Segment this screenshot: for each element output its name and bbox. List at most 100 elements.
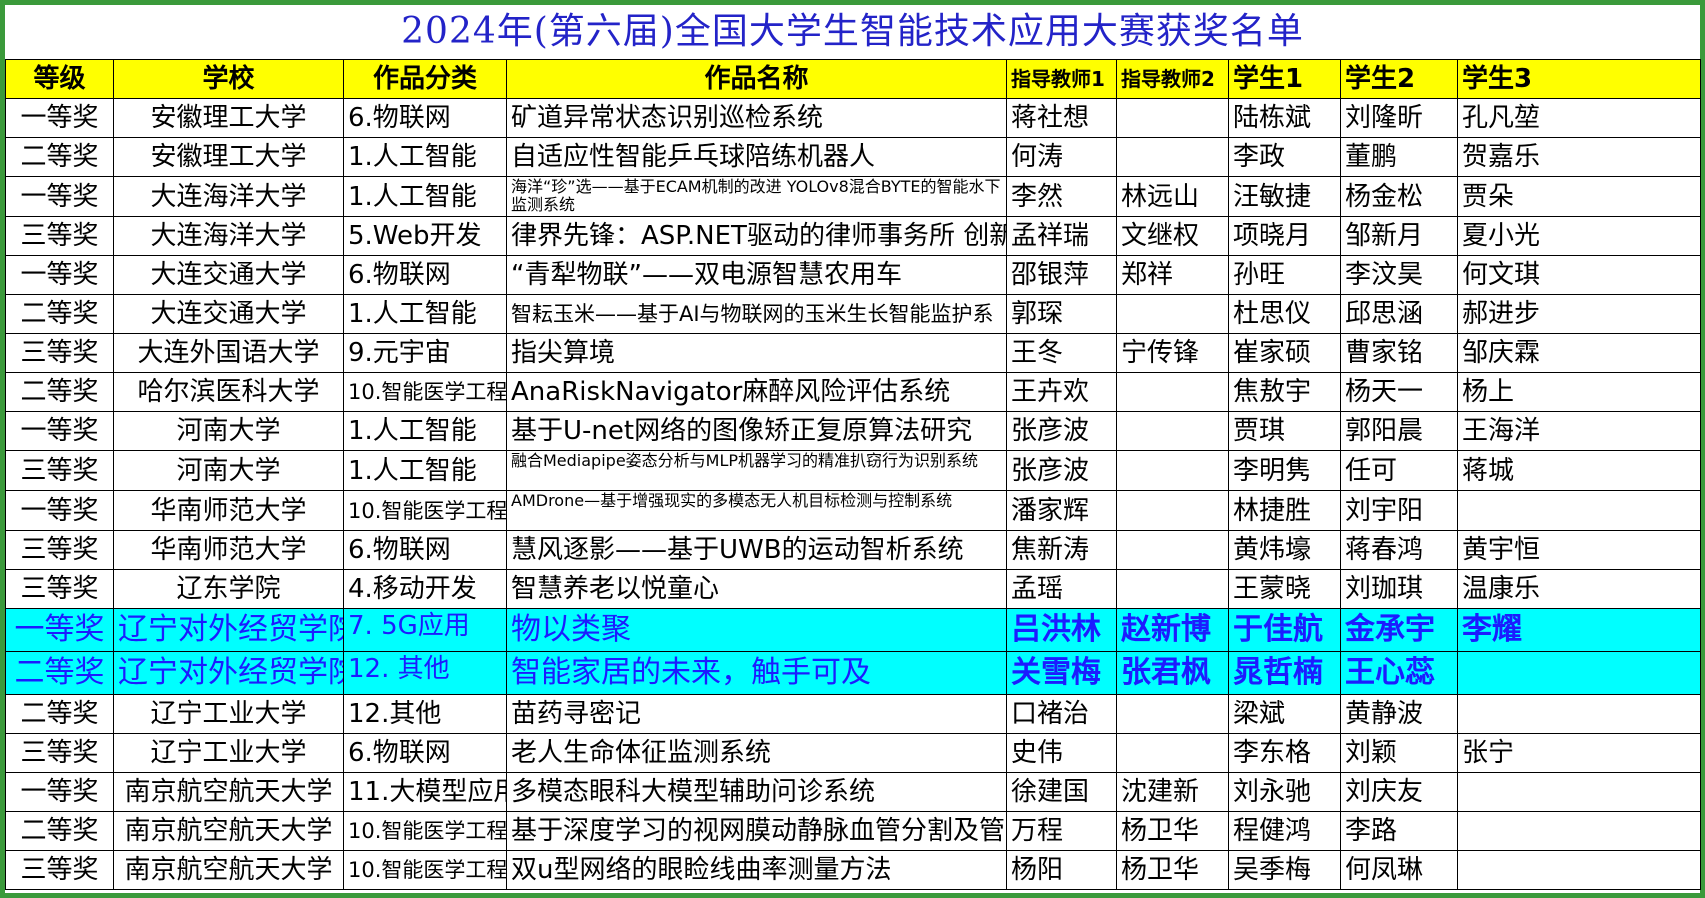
- student1-cell: 梁斌: [1228, 694, 1341, 734]
- category-cell: 6.物联网: [343, 255, 507, 295]
- student2-cell: 刘颖: [1340, 733, 1458, 773]
- teacher1-cell: 关雪梅: [1006, 651, 1117, 695]
- work-name-cell: AnaRiskNavigator麻醉风险评估系统: [506, 372, 1007, 412]
- student1-cell: 焦敖宇: [1228, 372, 1341, 412]
- student1-cell: 杜思仪: [1228, 294, 1341, 334]
- level-cell: 一等奖: [5, 490, 114, 531]
- level-cell: 一等奖: [5, 411, 114, 451]
- table-row: 三等奖 南京航空航天大学 10.智能医学工程 双u型网络的眼睑线曲率测量方法 杨阳 杨卫华…: [5, 850, 1701, 890]
- school-cell: 安徽理工大学: [113, 137, 344, 177]
- teacher1-cell: 潘家辉: [1006, 490, 1117, 531]
- student3-cell: 黄宇恒: [1457, 530, 1701, 570]
- table-row: 一等奖 大连交通大学 6.物联网 “青犁物联”——双电源智慧农用车 邵银萍 郑祥 孙旺 李汶昊…: [5, 255, 1701, 295]
- table-row: 三等奖 辽东学院 4.移动开发 智慧养老以悦童心 孟瑶 王蒙晓 刘珈琪 温康乐: [5, 569, 1701, 609]
- student3-cell: [1457, 772, 1701, 812]
- student1-cell: 李政: [1228, 137, 1341, 177]
- work-name-cell: 智慧养老以悦童心: [506, 569, 1007, 609]
- teacher2-cell: [1116, 733, 1229, 773]
- student3-cell: [1457, 811, 1701, 851]
- table-row: 三等奖 河南大学 1.人工智能 融合Mediapipe姿态分析与MLP机器学习的精准扒…: [5, 450, 1701, 491]
- teacher1-cell: 万程: [1006, 811, 1117, 851]
- school-cell: 安徽理工大学: [113, 98, 344, 138]
- school-cell: 辽东学院: [113, 569, 344, 609]
- teacher2-cell: [1116, 694, 1229, 734]
- level-cell: 一等奖: [5, 98, 114, 138]
- student3-cell: 孔凡堃: [1457, 98, 1701, 138]
- student2-cell: 李汶昊: [1340, 255, 1458, 295]
- student1-cell: 程健鸿: [1228, 811, 1341, 851]
- school-cell: 华南师范大学: [113, 530, 344, 570]
- teacher1-cell: 口褚治: [1006, 694, 1117, 734]
- level-cell: 一等奖: [5, 608, 114, 652]
- work-name-cell: 融合Mediapipe姿态分析与MLP机器学习的精准扒窃行为识别系统: [506, 450, 1007, 491]
- category-cell: 6.物联网: [343, 98, 507, 138]
- student3-cell: [1457, 850, 1701, 890]
- work-name-cell: 多模态眼科大模型辅助问诊系统: [506, 772, 1007, 812]
- category-cell: 4.移动开发: [343, 569, 507, 609]
- student3-cell: [1457, 694, 1701, 734]
- table-row: 二等奖 辽宁工业大学 12.其他 苗药寻密记 口褚治 梁斌 黄静波: [5, 694, 1701, 734]
- school-cell: 辽宁工业大学: [113, 733, 344, 773]
- teacher2-cell: [1116, 294, 1229, 334]
- level-cell: 三等奖: [5, 850, 114, 890]
- student3-cell: 贾朵: [1457, 176, 1701, 217]
- student1-cell: 汪敏捷: [1228, 176, 1341, 217]
- table-row: 二等奖 南京航空航天大学 10.智能医学工程 基于深度学习的视网膜动静脉血管分割及管径…: [5, 811, 1701, 851]
- teacher2-cell: 文继权: [1116, 216, 1229, 256]
- work-name-cell: 基于深度学习的视网膜动静脉血管分割及管径: [506, 811, 1007, 851]
- level-cell: 一等奖: [5, 772, 114, 812]
- teacher1-cell: 邵银萍: [1006, 255, 1117, 295]
- work-name-cell: 智能家居的未来，触手可及: [506, 651, 1007, 695]
- level-cell: 三等奖: [5, 569, 114, 609]
- student1-cell: 刘永驰: [1228, 772, 1341, 812]
- school-cell: 大连交通大学: [113, 255, 344, 295]
- header-teacher2: 指导教师2: [1116, 59, 1229, 99]
- level-cell: 三等奖: [5, 733, 114, 773]
- student1-cell: 吴季梅: [1228, 850, 1341, 890]
- student2-cell: 曹家铭: [1340, 333, 1458, 373]
- category-cell: 12.其他: [343, 694, 507, 734]
- teacher2-cell: [1116, 490, 1229, 531]
- school-cell: 辽宁对外经贸学院: [113, 651, 344, 695]
- teacher2-cell: [1116, 98, 1229, 138]
- student2-cell: 刘珈琪: [1340, 569, 1458, 609]
- student2-cell: 邱思涵: [1340, 294, 1458, 334]
- header-level: 等级: [5, 59, 114, 99]
- work-name-cell: 指尖算境: [506, 333, 1007, 373]
- teacher2-cell: [1116, 450, 1229, 491]
- category-cell: 1.人工智能: [343, 450, 507, 491]
- student1-cell: 晁哲楠: [1228, 651, 1341, 695]
- teacher2-cell: [1116, 569, 1229, 609]
- level-cell: 三等奖: [5, 216, 114, 256]
- work-name-cell: 基于U-net网络的图像矫正复原算法研究: [506, 411, 1007, 451]
- school-cell: 河南大学: [113, 450, 344, 491]
- student2-cell: 王心蕊: [1340, 651, 1458, 695]
- level-cell: 一等奖: [5, 255, 114, 295]
- work-name-cell: 海洋“珍”选——基于ECAM机制的改进 YOLOv8混合BYTE的智能水下监测系…: [506, 176, 1007, 217]
- work-name-cell: 自适应性智能乒乓球陪练机器人: [506, 137, 1007, 177]
- student2-cell: 蒋春鸿: [1340, 530, 1458, 570]
- teacher2-cell: 张君枫: [1116, 651, 1229, 695]
- level-cell: 二等奖: [5, 294, 114, 334]
- student2-cell: 董鹏: [1340, 137, 1458, 177]
- table-row: 一等奖 华南师范大学 10.智能医学工程 AMDrone—基于增强现实的多模态无人机目…: [5, 490, 1701, 531]
- student3-cell: 蒋城: [1457, 450, 1701, 491]
- awards-sheet: 2024年(第六届)全国大学生智能技术应用大赛获奖名单 等级 学校 作品分类 作…: [0, 0, 1705, 898]
- school-cell: 大连交通大学: [113, 294, 344, 334]
- student3-cell: 何文琪: [1457, 255, 1701, 295]
- teacher1-cell: 王冬: [1006, 333, 1117, 373]
- student1-cell: 林捷胜: [1228, 490, 1341, 531]
- student2-cell: 杨天一: [1340, 372, 1458, 412]
- table-row: 二等奖 哈尔滨医科大学 10.智能医学工程 AnaRiskNavigator麻醉风险评…: [5, 372, 1701, 412]
- table-row: 二等奖 辽宁对外经贸学院 12. 其他 智能家居的未来，触手可及 关雪梅 张君枫 晁哲楠 王心…: [5, 651, 1701, 695]
- header-row: 等级 学校 作品分类 作品名称 指导教师1 指导教师2 学生1 学生2 学生3: [5, 59, 1701, 99]
- school-cell: 哈尔滨医科大学: [113, 372, 344, 412]
- level-cell: 三等奖: [5, 333, 114, 373]
- teacher2-cell: 赵新博: [1116, 608, 1229, 652]
- teacher2-cell: 宁传锋: [1116, 333, 1229, 373]
- student2-cell: 李路: [1340, 811, 1458, 851]
- category-cell: 10.智能医学工程: [343, 372, 507, 412]
- teacher1-cell: 孟瑶: [1006, 569, 1117, 609]
- student3-cell: 温康乐: [1457, 569, 1701, 609]
- student3-cell: 夏小光: [1457, 216, 1701, 256]
